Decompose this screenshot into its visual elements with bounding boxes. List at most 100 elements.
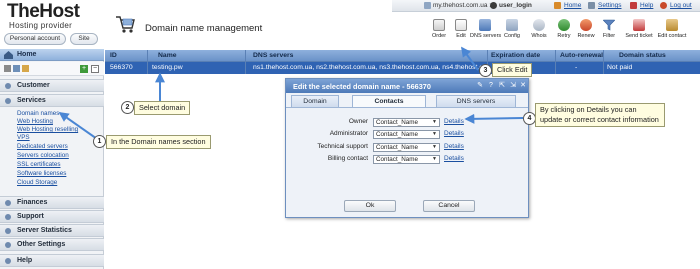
table-row[interactable]: 566370 testing.pw ns1.thehost.com.ua, ns… <box>105 62 700 74</box>
technical-support-label: Technical support <box>317 143 368 150</box>
toolbar-retry-button[interactable]: Retry <box>553 19 575 45</box>
toolbar-whois-button[interactable]: Whois <box>528 19 550 45</box>
collapse-all-icon[interactable]: − <box>91 65 99 73</box>
column-header-status[interactable]: Domain status <box>619 52 666 59</box>
sidebar-item-vps[interactable]: VPS <box>17 134 30 141</box>
star-icon[interactable] <box>13 65 20 72</box>
section-label: Services <box>17 97 46 104</box>
host-label: my.thehost.com.ua :: <box>433 2 493 9</box>
toolbar-label: Send ticket <box>625 33 653 39</box>
sidebar-item-domain-names[interactable]: Domain names <box>17 110 59 117</box>
chevron-down-icon: ▼ <box>432 156 437 162</box>
home-link[interactable]: Home <box>564 2 581 9</box>
order-icon <box>433 19 445 31</box>
sidebar-section-support[interactable]: Support <box>0 210 104 223</box>
toolbar-label: Edit contact <box>657 33 687 39</box>
cancel-button[interactable]: Cancel <box>423 200 475 212</box>
help-dialog-icon[interactable]: ? <box>487 82 495 90</box>
column-header-id[interactable]: ID <box>110 52 117 59</box>
edit-domain-dialog: Edit the selected domain name - 566370 ✎… <box>285 78 529 218</box>
sidebar-section-server-statistics[interactable]: Server Statistics <box>0 224 104 237</box>
table-header: ID Name DNS servers Expiration date Auto… <box>105 50 700 62</box>
sidebar-item-ssl-certificates[interactable]: SSL certificates <box>17 161 61 168</box>
sidebar-item-cloud-storage[interactable]: Cloud Storage <box>17 179 57 186</box>
toolbar-order-button[interactable]: Order <box>428 19 450 45</box>
pin-icon[interactable]: ✎ <box>476 82 484 90</box>
toolbar-renew-button[interactable]: Renew <box>575 19 597 45</box>
sidebar-section-services[interactable]: Services <box>0 94 104 107</box>
user-login[interactable]: user_login <box>499 2 532 9</box>
sidebar-section-help[interactable]: Help <box>0 254 104 267</box>
server-statistics-icon <box>5 228 11 234</box>
technical-support-select[interactable]: Contact_Name ▼ <box>373 143 440 152</box>
toolbar-config-button[interactable]: Config <box>501 19 523 45</box>
owner-select[interactable]: Contact_Name ▼ <box>373 118 440 127</box>
edit-icon <box>455 19 467 31</box>
sidebar-item-web-hosting[interactable]: Web Hosting <box>17 118 53 125</box>
toolbar-edit-contact-button[interactable]: Edit contact <box>655 19 689 45</box>
folder-icon[interactable] <box>22 65 29 72</box>
personal-account-button[interactable]: Personal account <box>4 33 66 45</box>
sidebar-item-servers-colocation[interactable]: Servers colocation <box>17 152 69 159</box>
retry-icon <box>558 19 570 31</box>
help-link[interactable]: Help <box>640 2 653 9</box>
maximize-icon[interactable]: ⇱ <box>498 82 506 90</box>
toolbar-label: Renew <box>577 33 595 39</box>
other-settings-icon <box>5 242 11 248</box>
settings-link[interactable]: Settings <box>598 2 622 9</box>
grid-icon[interactable] <box>4 65 11 72</box>
restore-icon[interactable]: ⇲ <box>509 82 517 90</box>
administrator-details-link[interactable]: Details <box>444 130 464 137</box>
sidebar-home[interactable]: Home <box>0 49 104 61</box>
toolbar-send-ticket-button[interactable]: Send ticket <box>625 19 653 45</box>
sidebar-section-customer[interactable]: Customer <box>0 79 104 92</box>
config-icon <box>506 19 518 31</box>
select-value: Contact_Name <box>376 144 418 151</box>
support-icon <box>5 214 11 220</box>
billing-contact-details-link[interactable]: Details <box>444 155 464 162</box>
column-header-dns[interactable]: DNS servers <box>253 52 293 59</box>
toolbar-dns-servers-button[interactable]: DNS servers <box>470 19 501 45</box>
column-divider <box>603 50 604 74</box>
expand-all-icon[interactable]: + <box>80 65 88 73</box>
section-label: Finances <box>17 199 48 206</box>
technical-support-details-link[interactable]: Details <box>444 143 464 150</box>
logout-link[interactable]: Log out <box>670 2 692 9</box>
toolbar-edit-button[interactable]: Edit <box>450 19 472 45</box>
column-header-name[interactable]: Name <box>158 52 177 59</box>
sidebar-item-software-licenses[interactable]: Software licenses <box>17 170 66 177</box>
toolbar-label: Edit <box>456 33 466 39</box>
billing-contact-select[interactable]: Contact_Name ▼ <box>373 155 440 164</box>
toolbar-label: Config <box>504 33 520 39</box>
edit-contact-icon <box>666 19 678 31</box>
toolbar-filter-button[interactable]: Filter <box>598 19 620 45</box>
dialog-title: Edit the selected domain name - 566370 <box>293 82 431 91</box>
tab-dns-servers[interactable]: DNS servers <box>436 95 516 107</box>
toolbar-label: Whois <box>531 33 547 39</box>
ok-button[interactable]: Ok <box>344 200 396 212</box>
sidebar-icon-row: + − <box>0 62 104 76</box>
cell-id: 566370 <box>110 64 133 71</box>
callout-2: Select domain <box>134 101 191 115</box>
toolbar-label: Order <box>431 33 447 39</box>
customer-icon <box>5 83 11 89</box>
column-divider <box>147 50 148 74</box>
sidebar-section-finances[interactable]: Finances <box>0 196 104 209</box>
toolbar-label: Filter <box>602 33 616 39</box>
column-header-autorenewal[interactable]: Auto-renewal <box>560 52 603 59</box>
administrator-select[interactable]: Contact_Name ▼ <box>373 130 440 139</box>
page-title: Domain name management <box>145 23 263 34</box>
close-icon[interactable]: ✕ <box>519 82 527 90</box>
top-utility-bar: my.thehost.com.ua :: user_login Home Set… <box>392 0 700 12</box>
section-label: Server Statistics <box>17 227 72 234</box>
sidebar-item-dedicated-servers[interactable]: Dedicated servers <box>17 143 68 150</box>
owner-details-link[interactable]: Details <box>444 118 464 125</box>
column-header-expiration[interactable]: Expiration date <box>491 52 540 59</box>
site-button[interactable]: Site <box>70 33 98 45</box>
send-ticket-icon <box>633 19 645 31</box>
sidebar-item-web-hosting-reselling[interactable]: Web Hosting reselling <box>17 126 78 133</box>
tab-domain[interactable]: Domain <box>291 95 339 107</box>
cell-autorenewal: - <box>575 64 578 71</box>
toolbar-label: Retry <box>557 33 571 39</box>
sidebar-section-other-settings[interactable]: Other Settings <box>0 238 104 251</box>
